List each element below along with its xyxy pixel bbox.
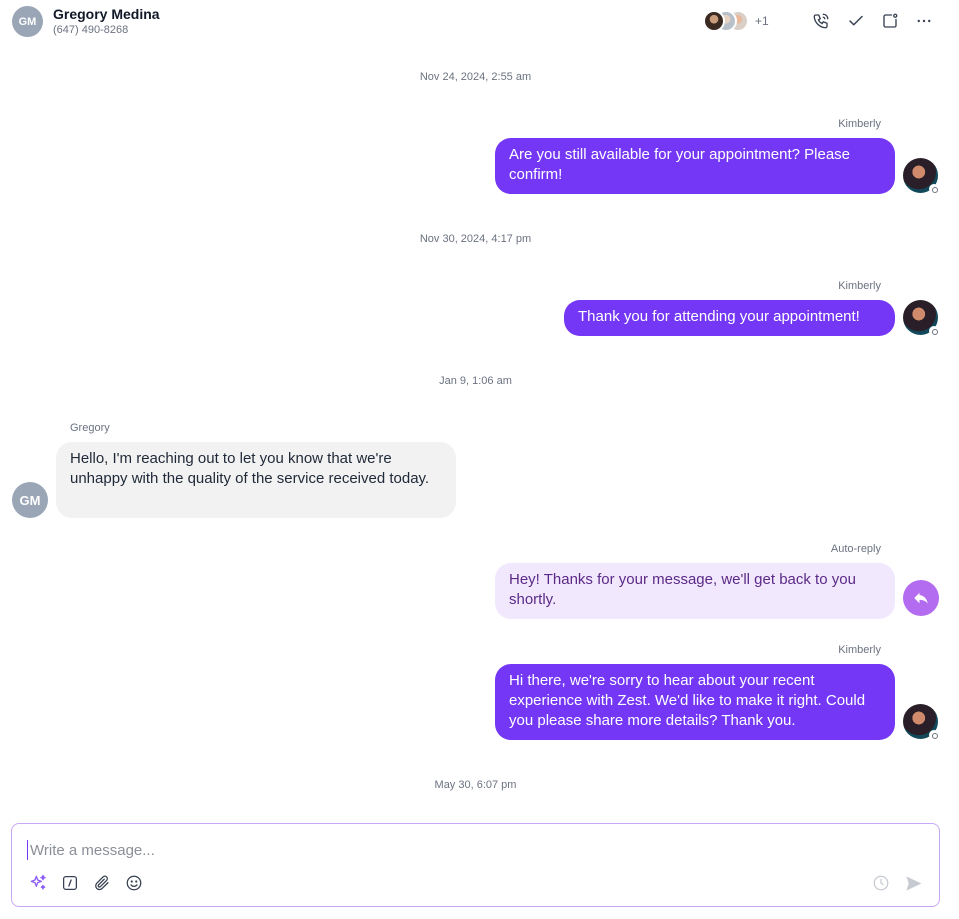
- message-input[interactable]: [27, 840, 917, 860]
- message-timestamp: Nov 30, 2024, 4:17 pm: [419, 233, 532, 245]
- conversation-header: GM Gregory Medina (647) 490-8268 +1: [0, 0, 959, 44]
- participant-avatar[interactable]: [703, 10, 725, 32]
- notes-icon[interactable]: [880, 11, 900, 31]
- ai-sparkle-icon[interactable]: [28, 873, 48, 893]
- outgoing-message[interactable]: Hi there, we're sorry to hear about your…: [495, 664, 895, 740]
- contact-name[interactable]: Gregory Medina: [53, 6, 160, 22]
- participants-more-count[interactable]: +1: [755, 14, 769, 28]
- send-icon[interactable]: [903, 873, 923, 893]
- contact-phone: (647) 490-8268: [53, 24, 129, 36]
- message-timestamp: May 30, 6:07 pm: [434, 779, 517, 791]
- status-indicator: [929, 184, 939, 194]
- contact-avatar[interactable]: GM: [12, 482, 48, 518]
- auto-reply-avatar: [903, 580, 939, 616]
- contact-avatar[interactable]: GM: [12, 6, 43, 37]
- agent-avatar[interactable]: [903, 158, 939, 194]
- reply-icon: [914, 592, 928, 604]
- message-composer: [11, 823, 940, 907]
- outgoing-message[interactable]: Are you still available for your appoint…: [495, 138, 895, 194]
- participants-group[interactable]: +1: [703, 10, 769, 32]
- sender-name: Gregory: [70, 422, 110, 434]
- message-timestamp: Nov 24, 2024, 2:55 am: [419, 71, 532, 83]
- check-icon[interactable]: [846, 11, 866, 31]
- sender-name: Kimberly: [838, 280, 881, 292]
- message-timestamp: Jan 9, 1:06 am: [439, 375, 512, 387]
- sender-name: Auto-reply: [830, 543, 881, 555]
- snippets-icon[interactable]: [60, 873, 80, 893]
- status-indicator: [929, 326, 939, 336]
- sender-name: Kimberly: [838, 118, 881, 130]
- agent-avatar[interactable]: [903, 300, 939, 336]
- sender-name: Kimberly: [838, 644, 881, 656]
- outgoing-message[interactable]: Thank you for attending your appointment…: [564, 300, 895, 336]
- emoji-icon[interactable]: [124, 873, 144, 893]
- incoming-message[interactable]: Hello, I'm reaching out to let you know …: [56, 442, 456, 518]
- auto-reply-message[interactable]: Hey! Thanks for your message, we'll get …: [495, 563, 895, 619]
- call-icon[interactable]: [811, 11, 831, 31]
- attachment-icon[interactable]: [92, 873, 112, 893]
- agent-avatar[interactable]: [903, 704, 939, 740]
- schedule-icon[interactable]: [871, 873, 891, 893]
- more-options-icon[interactable]: [914, 11, 934, 31]
- status-indicator: [929, 730, 939, 740]
